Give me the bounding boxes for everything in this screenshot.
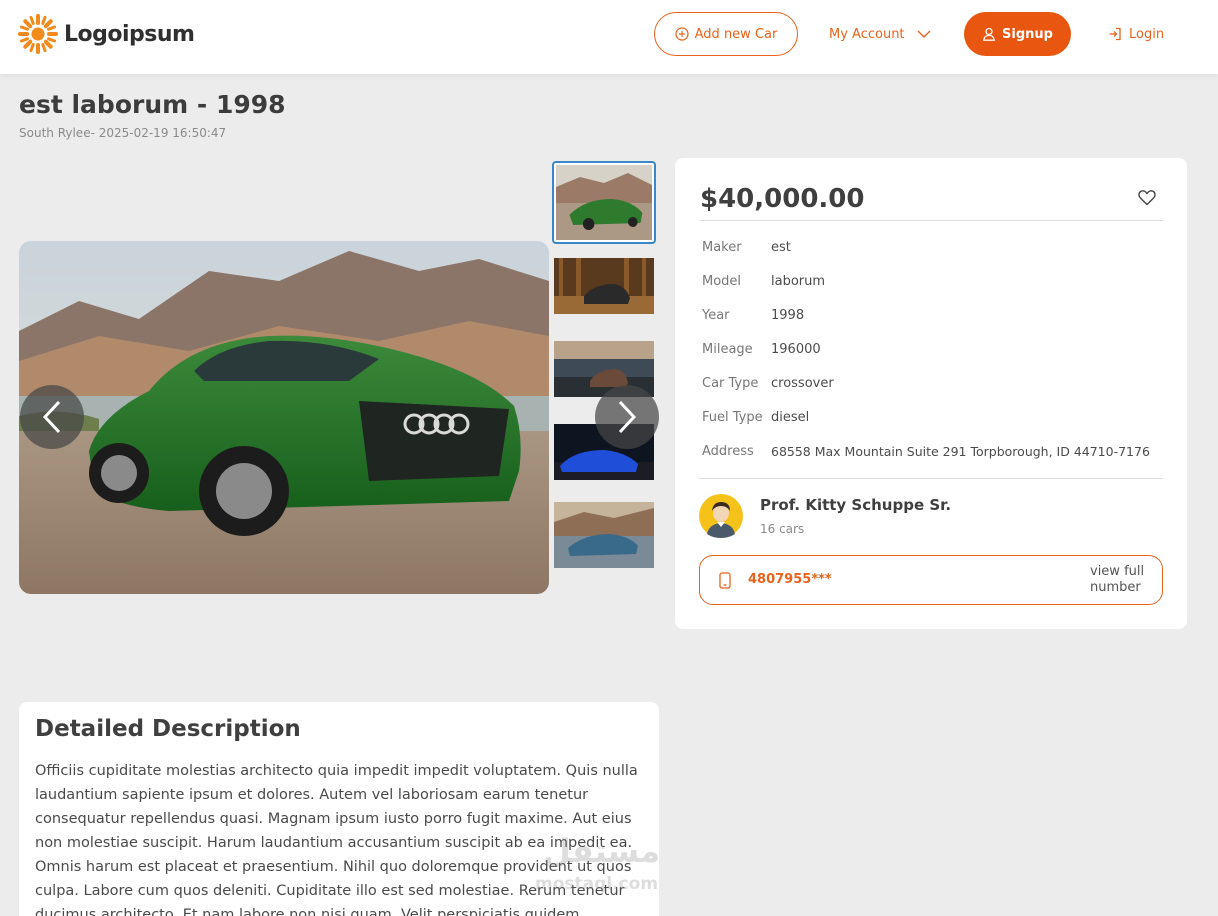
seller-name[interactable]: Prof. Kitty Schuppe Sr. (760, 496, 951, 514)
spec-row-fuel-type: Fuel Type diesel (702, 410, 809, 425)
logo[interactable]: Logoipsum (18, 14, 195, 54)
spec-value: 1998 (771, 308, 805, 323)
gallery-thumbnail[interactable] (552, 161, 656, 244)
logo-sun-icon (18, 14, 58, 54)
spec-label: Maker (702, 240, 742, 255)
spec-label: Year (702, 308, 730, 323)
header: Logoipsum Add new Car My Account Signup … (0, 0, 1218, 74)
gallery-thumbnail[interactable] (554, 502, 654, 568)
divider (699, 220, 1163, 221)
my-account-label: My Account (829, 26, 905, 42)
spec-value: crossover (771, 376, 834, 391)
spec-row-year: Year 1998 (702, 308, 804, 323)
spec-value: est (771, 240, 791, 255)
spec-value: 196000 (771, 342, 821, 357)
watermark: مستقل mostaql.com (535, 832, 685, 896)
spec-row-address: Address 68558 Max Mountain Suite 291 Tor… (702, 444, 1150, 459)
spec-label: Car Type (702, 376, 759, 391)
my-account-menu[interactable]: My Account (829, 22, 931, 46)
phone-number: 4807955*** (748, 572, 832, 587)
spec-label: Address (702, 444, 754, 459)
spec-row-maker: Maker est (702, 240, 791, 255)
add-new-car-label: Add new Car (694, 26, 778, 42)
watermark-arabic: مستقل (543, 832, 661, 870)
price: $40,000.00 (700, 184, 865, 214)
watermark-latin: mostaql.com (535, 874, 659, 894)
gallery-next-button[interactable] (595, 385, 659, 449)
logo-text: Logoipsum (64, 21, 195, 47)
seller-avatar[interactable] (699, 494, 743, 538)
car-details-card: $40,000.00 Maker est Model laborum Year … (675, 158, 1187, 629)
spec-row-mileage: Mileage 196000 (702, 342, 821, 357)
spec-label: Model (702, 274, 742, 289)
description-title: Detailed Description (35, 716, 301, 742)
spec-value: 68558 Max Mountain Suite 291 Torpborough… (771, 444, 1150, 459)
listing-location-date: South Rylee- 2025-02-19 16:50:47 (19, 126, 227, 140)
user-icon (983, 27, 995, 41)
gallery-prev-button[interactable] (20, 385, 84, 449)
add-new-car-button[interactable]: Add new Car (654, 12, 798, 56)
page-title: est laborum - 1998 (19, 90, 286, 119)
view-full-number-link[interactable]: view full number (1090, 564, 1154, 596)
spec-row-car-type: Car Type crossover (702, 376, 834, 391)
phone-reveal-box[interactable]: 4807955*** view full number (699, 555, 1163, 605)
login-link[interactable]: Login (1108, 22, 1164, 46)
divider (699, 478, 1163, 479)
chevron-left-icon (42, 400, 61, 434)
spec-label: Mileage (702, 342, 753, 357)
chevron-down-icon (917, 30, 931, 38)
spec-label: Fuel Type (702, 410, 763, 425)
seller-car-count: 16 cars (760, 522, 805, 536)
login-label: Login (1129, 26, 1165, 42)
login-icon (1109, 27, 1121, 41)
spec-value: laborum (771, 274, 826, 289)
spec-value: diesel (771, 410, 810, 425)
plus-circle-icon (675, 27, 689, 41)
chevron-right-icon (618, 400, 637, 434)
phone-icon (719, 572, 731, 589)
spec-row-model: Model laborum (702, 274, 825, 289)
signup-label: Signup (1002, 26, 1053, 42)
signup-button[interactable]: Signup (964, 12, 1071, 56)
main-car-image (19, 241, 549, 594)
heart-icon[interactable] (1138, 189, 1156, 206)
gallery-thumbnail[interactable] (554, 258, 654, 314)
